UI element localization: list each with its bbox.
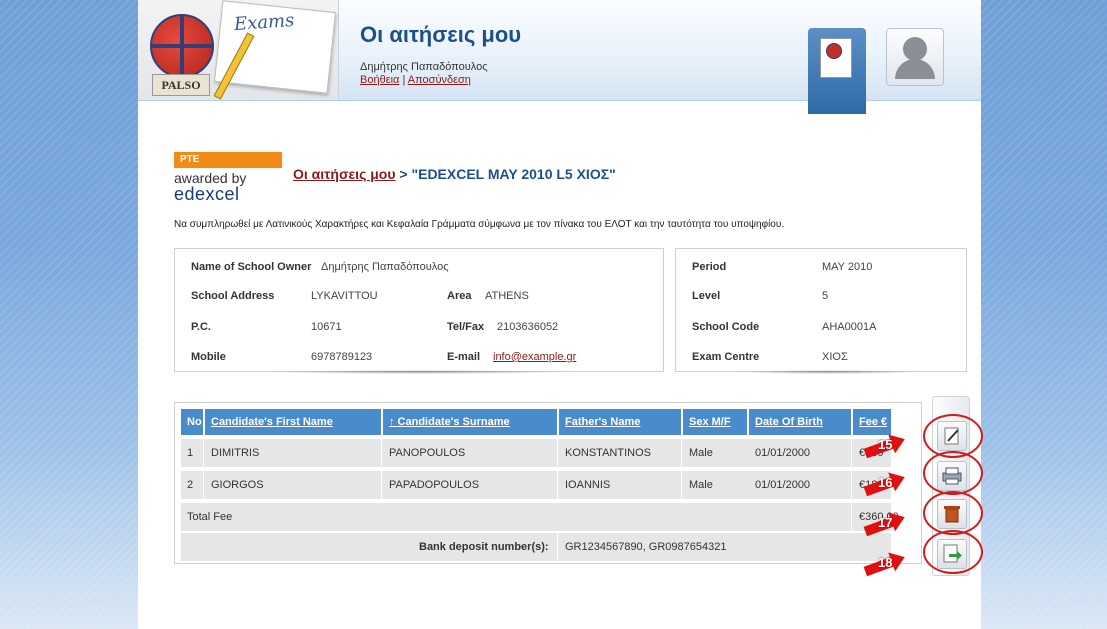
- cell-separator: [851, 439, 852, 467]
- level-value: 5: [822, 290, 829, 302]
- telfax-value: 2103636052: [497, 321, 559, 333]
- cell-first-name: DIMITRIS: [211, 447, 260, 459]
- page-title: Οι αιτήσεις μου: [360, 22, 522, 47]
- cell-separator: [557, 439, 558, 467]
- cell-separator: [681, 439, 682, 467]
- tab-profile[interactable]: [886, 28, 944, 86]
- globe-icon: [150, 14, 214, 78]
- deposit-value: GR1234567890, GR0987654321: [565, 541, 727, 553]
- document-icon: [820, 38, 852, 78]
- link-separator: |: [402, 74, 406, 86]
- col-father-name[interactable]: Father's Name: [559, 409, 681, 435]
- cell-father-name: KONSTANTINOS: [565, 447, 651, 459]
- cell-father-name: IOANNIS: [565, 479, 611, 491]
- cell-sex: Male: [689, 447, 713, 459]
- cell-separator: [557, 533, 558, 561]
- candidates-table: No Candidate's First Name ↑ Candidate's …: [174, 402, 922, 564]
- breadcrumb-current: > "EDEXCEL MAY 2010 L5 ΧΙΟΣ": [395, 166, 616, 182]
- pc-label: P.C.: [191, 321, 211, 333]
- cell-separator: [851, 471, 852, 499]
- school-info-panel: Name of School Owner Δημήτρης Παπαδόπουλ…: [174, 248, 664, 372]
- cell-sex: Male: [689, 479, 713, 491]
- logout-link[interactable]: Αποσύνδεση: [408, 74, 471, 86]
- col-surname[interactable]: ↑ Candidate's Surname: [383, 409, 557, 435]
- total-row: Total Fee €360,00: [181, 503, 899, 531]
- user-avatar-body: [895, 59, 935, 79]
- deposit-label: Bank deposit number(s):: [419, 541, 549, 553]
- tab-applications[interactable]: [808, 28, 866, 114]
- annotation-number-17: 17: [878, 515, 893, 530]
- table-header: No Candidate's First Name ↑ Candidate's …: [181, 409, 891, 435]
- address-label: School Address: [191, 290, 275, 302]
- pc-value: 10671: [311, 321, 342, 333]
- cell-no: 1: [187, 447, 194, 459]
- breadcrumb-link-applications[interactable]: Οι αιτήσεις μου: [293, 166, 396, 182]
- cell-separator: [381, 439, 382, 467]
- annotation-number-16: 16: [878, 475, 893, 490]
- logo-palso-text: PALSO: [152, 74, 210, 96]
- owner-label: Name of School Owner: [191, 261, 312, 273]
- cell-separator: [851, 503, 852, 531]
- logo-exams-text: Exams: [233, 9, 295, 36]
- table-row[interactable]: 1 DIMITRIS PANOPOULOS KONSTANTINOS Male …: [181, 439, 891, 467]
- mobile-label: Mobile: [191, 351, 226, 363]
- pte-edexcel-logo: PTE awarded by edexcel: [174, 152, 282, 204]
- exam-info-panel: Period MAY 2010 Level 5 School Code AHA0…: [675, 248, 967, 372]
- cell-surname: PAPADOPOULOS: [389, 479, 480, 491]
- email-value-wrap: info@example.gr: [493, 351, 576, 363]
- cell-separator: [557, 471, 558, 499]
- cell-separator: [681, 471, 682, 499]
- email-link[interactable]: info@example.gr: [493, 351, 576, 363]
- header: Exams PALSO Οι αιτήσεις μου Δημήτρης Παπ…: [138, 0, 981, 114]
- cell-dob: 01/01/2000: [755, 447, 811, 459]
- palso-logo[interactable]: Exams PALSO: [138, 0, 339, 100]
- cell-surname: PANOPOULOS: [389, 447, 466, 459]
- exam-centre-value: ΧΙΟΣ: [822, 351, 848, 363]
- cell-first-name: GIORGOS: [211, 479, 264, 491]
- total-fee-label: Total Fee: [187, 511, 233, 523]
- cell-separator: [203, 439, 204, 467]
- period-label: Period: [692, 261, 727, 273]
- breadcrumb: Οι αιτήσεις μου > "EDEXCEL MAY 2010 L5 Χ…: [293, 166, 616, 182]
- col-first-name[interactable]: Candidate's First Name: [205, 409, 381, 435]
- col-fee[interactable]: Fee €: [853, 409, 891, 435]
- address-value: LYKAVITTOU: [311, 290, 378, 302]
- page: Exams PALSO Οι αιτήσεις μου Δημήτρης Παπ…: [138, 0, 983, 629]
- table-row[interactable]: 2 GIORGOS PAPADOPOULOS IOANNIS Male 01/0…: [181, 471, 891, 499]
- user-avatar-icon: [903, 37, 927, 61]
- edexcel-text: edexcel: [174, 184, 240, 204]
- annotation-number-18: 18: [878, 555, 893, 570]
- exam-centre-label: Exam Centre: [692, 351, 760, 363]
- period-value: MAY 2010: [822, 261, 873, 273]
- mobile-value: 6978789123: [311, 351, 373, 363]
- col-dob[interactable]: Date Of Birth: [749, 409, 851, 435]
- area-value: ATHENS: [485, 290, 529, 302]
- panel-shadow-right: [738, 370, 918, 374]
- annotation-circle-18: [923, 530, 983, 574]
- area-label: Area: [447, 290, 472, 302]
- email-label: E-mail: [447, 351, 481, 363]
- col-no: No: [181, 409, 203, 435]
- pte-badge: PTE: [174, 152, 282, 168]
- deposit-row: Bank deposit number(s): GR1234567890, GR…: [181, 533, 891, 561]
- school-code-value: AHA0001A: [822, 321, 877, 333]
- header-links: Βοήθεια | Αποσύνδεση: [360, 74, 471, 86]
- school-code-label: School Code: [692, 321, 760, 333]
- col-sex[interactable]: Sex M/F: [683, 409, 747, 435]
- annotation-circle-16: [923, 451, 983, 495]
- cell-dob: 01/01/2000: [755, 479, 811, 491]
- panel-shadow-left: [268, 370, 568, 374]
- cell-no: 2: [187, 479, 194, 491]
- level-label: Level: [692, 290, 721, 302]
- annotation-number-15: 15: [878, 437, 893, 452]
- cell-separator: [203, 471, 204, 499]
- instructions-note: Να συμπληρωθεί με Λατινικούς Χαρακτήρες …: [174, 219, 785, 230]
- telfax-label: Tel/Fax: [447, 321, 485, 333]
- help-link[interactable]: Βοήθεια: [360, 74, 399, 86]
- annotation-circle-17: [923, 491, 983, 535]
- owner-value: Δημήτρης Παπαδόπουλος: [321, 261, 449, 273]
- cell-separator: [381, 471, 382, 499]
- user-name: Δημήτρης Παπαδόπουλος: [360, 61, 488, 73]
